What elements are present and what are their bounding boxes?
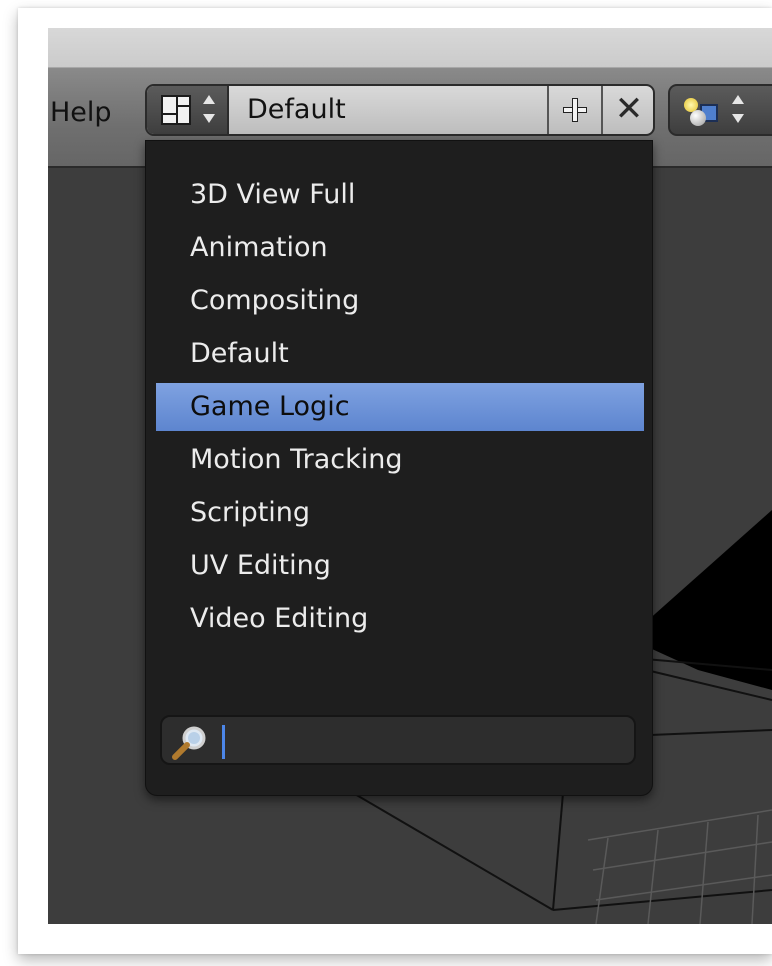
menu-search-input[interactable] [226,721,626,761]
up-down-arrows-icon [730,92,746,128]
window-top-strip [48,28,772,68]
scene-icon [682,94,722,128]
screen-layout-dropdown-button[interactable] [147,86,229,134]
text-caret [222,725,225,759]
menu-item-uv-editing[interactable]: UV Editing [156,542,644,590]
add-layout-button[interactable] [547,86,601,134]
menu-item-motion-tracking[interactable]: Motion Tracking [156,436,644,484]
scene-selector[interactable] [668,84,772,136]
menu-search-box[interactable] [160,715,636,765]
menu-item-scripting[interactable]: Scripting [156,489,644,537]
help-menu[interactable]: Help [50,96,112,130]
menu-item-video-editing[interactable]: Video Editing [156,595,644,643]
screen-layout-selector: Default ✕ [145,84,655,136]
delete-layout-button[interactable]: ✕ [601,86,653,134]
menu-item-3d-view-full[interactable]: 3D View Full [156,171,644,219]
menu-item-game-logic[interactable]: Game Logic [156,383,644,431]
screen-layout-name-field[interactable]: Default [229,86,547,134]
menu-item-default[interactable]: Default [156,330,644,378]
screen-layout-icon [161,95,191,125]
menu-item-animation[interactable]: Animation [156,224,644,272]
menu-item-compositing[interactable]: Compositing [156,277,644,325]
up-down-arrows-icon [201,92,217,128]
screen-layout-menu: 3D View Full Animation Compositing Defau… [145,140,653,796]
blender-window: Help Default ✕ 3D View Full Animation Co… [48,28,772,924]
magnifier-icon [172,726,206,760]
